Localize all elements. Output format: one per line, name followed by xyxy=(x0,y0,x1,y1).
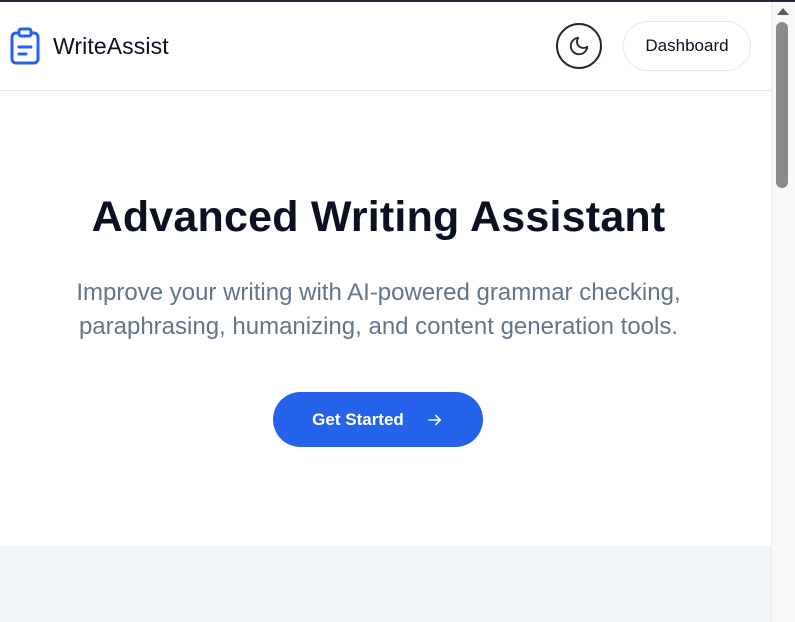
brand-name: WriteAssist xyxy=(53,32,169,59)
hero-section: Advanced Writing Assistant Improve your … xyxy=(0,91,771,546)
vertical-scrollbar[interactable] xyxy=(771,2,795,622)
features-section-top xyxy=(0,546,771,622)
page-viewport: WriteAssist Dashboard Advanced Writing A… xyxy=(0,2,771,622)
brand-logo-link[interactable]: WriteAssist xyxy=(9,26,169,66)
arrow-right-icon xyxy=(428,414,441,425)
scroll-up-arrow-icon[interactable] xyxy=(777,8,789,15)
dashboard-button[interactable]: Dashboard xyxy=(623,21,751,71)
get-started-label: Get Started xyxy=(312,409,404,429)
get-started-button[interactable]: Get Started xyxy=(273,392,483,447)
theme-toggle-button[interactable] xyxy=(556,23,602,69)
site-header: WriteAssist Dashboard xyxy=(0,2,771,91)
hero-title: Advanced Writing Assistant xyxy=(91,193,666,241)
hero-subtitle: Improve your writing with AI-powered gra… xyxy=(76,279,681,340)
scrollbar-thumb[interactable] xyxy=(776,22,788,188)
moon-icon xyxy=(569,36,589,56)
clipboard-icon xyxy=(10,27,40,65)
